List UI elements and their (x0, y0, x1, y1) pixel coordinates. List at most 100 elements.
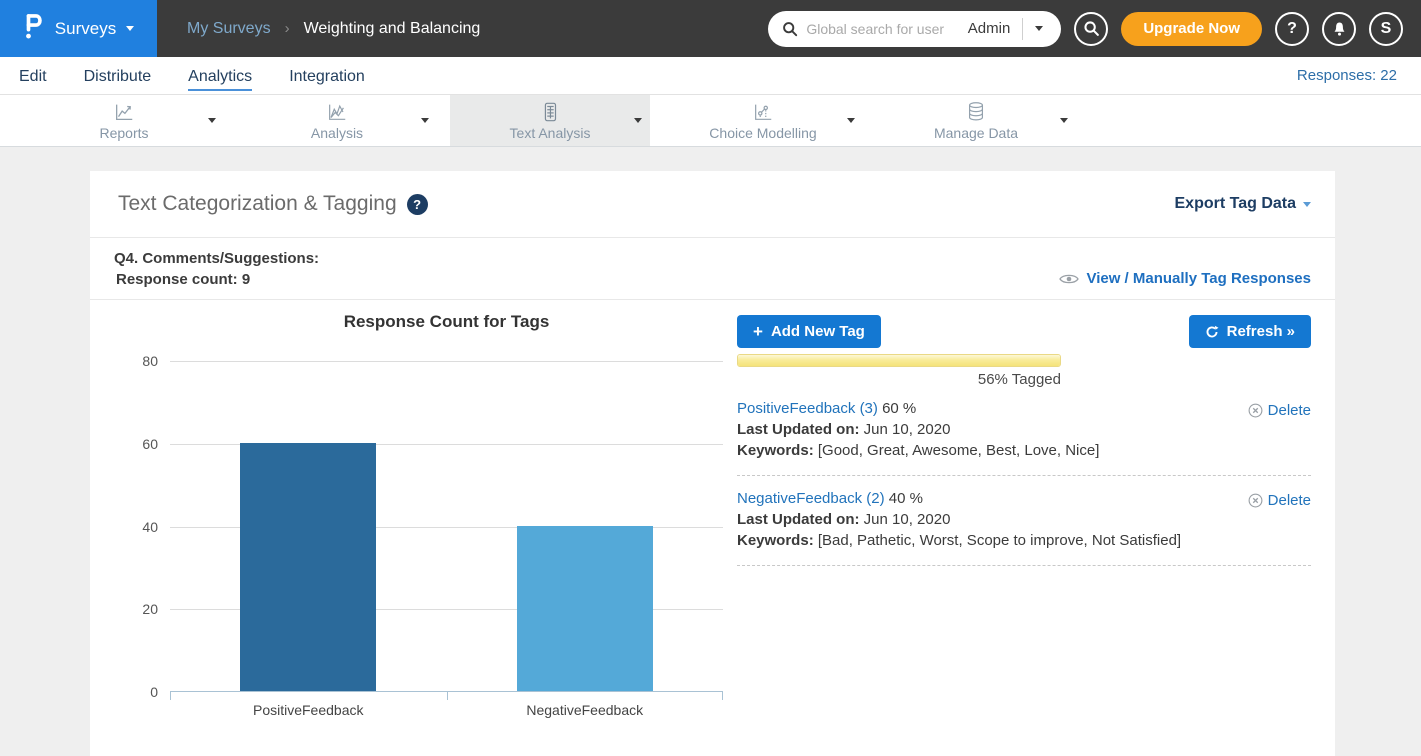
x-axis-tick (447, 692, 448, 700)
bell-icon (1332, 21, 1347, 37)
last-updated-label: Last Updated on: (737, 511, 860, 528)
toolbar-item-text-analysis[interactable]: Text Analysis (450, 95, 650, 146)
avatar-initial: S (1381, 20, 1392, 38)
text-grid-icon (539, 101, 561, 123)
x-axis-tick (170, 692, 171, 700)
global-search[interactable]: Admin (768, 11, 1061, 47)
toolbar-item-analysis[interactable]: Analysis (237, 95, 437, 146)
tag-keywords-line: Keywords: [Good, Great, Awesome, Best, L… (737, 440, 1311, 461)
delete-label: Delete (1268, 400, 1311, 421)
search-scope-label: Admin (962, 20, 1023, 37)
tagged-progress-bar (737, 354, 1061, 367)
page-title: Text Categorization & Tagging (118, 192, 397, 216)
chart-bar-PositiveFeedback (240, 443, 376, 691)
last-updated-value: Jun 10, 2020 (860, 511, 951, 528)
tag-panel-buttons: + Add New Tag Refresh » (737, 315, 1311, 348)
tag-entry-positive: PositiveFeedback (3) 60 % Last Updated o… (737, 392, 1311, 476)
manage-data-dropdown-caret[interactable] (1060, 118, 1068, 123)
analytics-toolbar: Reports Analysis Text Analysis Choice Mo… (0, 95, 1421, 147)
help-icon[interactable]: ? (407, 194, 428, 215)
question-row: Q4. Comments/Suggestions: Response count… (90, 238, 1335, 300)
question-mark-icon: ? (1287, 20, 1297, 38)
x-axis-tick-label: PositiveFeedback (170, 702, 447, 718)
keywords-value: [Good, Great, Awesome, Best, Love, Nice] (814, 442, 1100, 459)
tag-name-link[interactable]: PositiveFeedback (3) (737, 400, 878, 417)
export-tag-data-button[interactable]: Export Tag Data (1175, 195, 1312, 213)
questionpro-logo-icon (23, 12, 45, 45)
tab-distribute[interactable]: Distribute (84, 61, 152, 91)
responses-count[interactable]: Responses: 22 (1297, 67, 1397, 84)
y-axis-tick-label: 60 (114, 436, 158, 452)
y-axis-tick-label: 40 (114, 519, 158, 535)
search-button[interactable] (1074, 12, 1108, 46)
toolbar-item-choice-modelling[interactable]: Choice Modelling (663, 95, 863, 146)
tag-percent: 40 % (889, 490, 923, 507)
gridline (170, 361, 723, 362)
breadcrumb-current: Weighting and Balancing (304, 20, 481, 38)
tag-name-line: NegativeFeedback (2) 40 % (737, 488, 1311, 509)
tagged-progress-fill (738, 355, 1060, 366)
breadcrumb: My Surveys › Weighting and Balancing (187, 20, 480, 38)
help-button[interactable]: ? (1275, 12, 1309, 46)
y-axis-tick-label: 20 (114, 601, 158, 617)
toolbar-item-manage-data[interactable]: Manage Data (876, 95, 1076, 146)
analysis-dropdown-caret[interactable] (421, 118, 429, 123)
choice-modelling-dropdown-caret[interactable] (847, 118, 855, 123)
tab-edit[interactable]: Edit (19, 61, 47, 91)
toolbar-item-label: Analysis (311, 125, 363, 141)
last-updated-value: Jun 10, 2020 (860, 421, 951, 438)
header-actions: Admin Upgrade Now ? S (768, 0, 1403, 57)
tag-keywords-line: Keywords: [Bad, Pathetic, Worst, Scope t… (737, 530, 1311, 551)
tab-analytics[interactable]: Analytics (188, 61, 252, 91)
card-header: Text Categorization & Tagging ? Export T… (90, 171, 1335, 238)
circle-x-icon (1248, 403, 1263, 418)
global-search-input[interactable] (806, 21, 961, 37)
tag-name-link[interactable]: NegativeFeedback (2) (737, 490, 885, 507)
view-manually-tag-link[interactable]: View / Manually Tag Responses (1059, 270, 1311, 287)
keywords-label: Keywords: (737, 442, 814, 459)
breadcrumb-separator: › (285, 20, 290, 37)
reports-dropdown-caret[interactable] (208, 118, 216, 123)
refresh-label: Refresh » (1227, 323, 1295, 340)
survey-nav: Edit Distribute Analytics Integration Re… (0, 57, 1421, 95)
tag-list: PositiveFeedback (3) 60 % Last Updated o… (737, 392, 1311, 566)
tab-integration[interactable]: Integration (289, 61, 365, 91)
tag-entry-negative: NegativeFeedback (2) 40 % Last Updated o… (737, 476, 1311, 566)
delete-tag-button[interactable]: Delete (1248, 400, 1311, 421)
toolbar-item-label: Reports (99, 125, 148, 141)
text-analysis-dropdown-caret[interactable] (634, 118, 642, 123)
upgrade-now-button[interactable]: Upgrade Now (1121, 12, 1262, 46)
search-icon (1083, 20, 1100, 37)
add-new-tag-label: Add New Tag (771, 323, 865, 340)
toolbar-item-label: Choice Modelling (709, 125, 816, 141)
tag-panel: + Add New Tag Refresh » 56% Tagged (737, 315, 1311, 566)
refresh-button[interactable]: Refresh » (1189, 315, 1311, 348)
top-header: Surveys My Surveys › Weighting and Balan… (0, 0, 1421, 57)
chart-bar-NegativeFeedback (517, 526, 653, 692)
brand-menu[interactable]: Surveys (0, 0, 157, 57)
view-manually-tag-label: View / Manually Tag Responses (1086, 270, 1311, 287)
x-axis-tick-label: NegativeFeedback (447, 702, 724, 718)
breadcrumb-parent[interactable]: My Surveys (187, 20, 271, 38)
circle-x-icon (1248, 493, 1263, 508)
x-axis-tick (722, 692, 723, 700)
nav-items: Edit Distribute Analytics Integration (19, 61, 365, 91)
eye-icon (1059, 273, 1079, 285)
avatar[interactable]: S (1369, 12, 1403, 46)
notifications-button[interactable] (1322, 12, 1356, 46)
tagged-progress-label: 56% Tagged (737, 371, 1061, 388)
search-scope-dropdown[interactable] (1023, 26, 1055, 31)
delete-tag-button[interactable]: Delete (1248, 490, 1311, 511)
tag-name-line: PositiveFeedback (3) 60 % (737, 398, 1311, 419)
toolbar-item-label: Manage Data (934, 125, 1018, 141)
toolbar-item-reports[interactable]: Reports (24, 95, 224, 146)
keywords-label: Keywords: (737, 532, 814, 549)
y-axis-tick-label: 0 (114, 684, 158, 700)
last-updated-label: Last Updated on: (737, 421, 860, 438)
refresh-icon (1205, 325, 1219, 339)
add-new-tag-button[interactable]: + Add New Tag (737, 315, 881, 348)
page-content: Text Categorization & Tagging ? Export T… (0, 171, 1421, 756)
chart-title: Response Count for Tags (170, 312, 723, 332)
export-tag-data-label: Export Tag Data (1175, 195, 1297, 213)
text-tagging-card: Text Categorization & Tagging ? Export T… (90, 171, 1335, 756)
